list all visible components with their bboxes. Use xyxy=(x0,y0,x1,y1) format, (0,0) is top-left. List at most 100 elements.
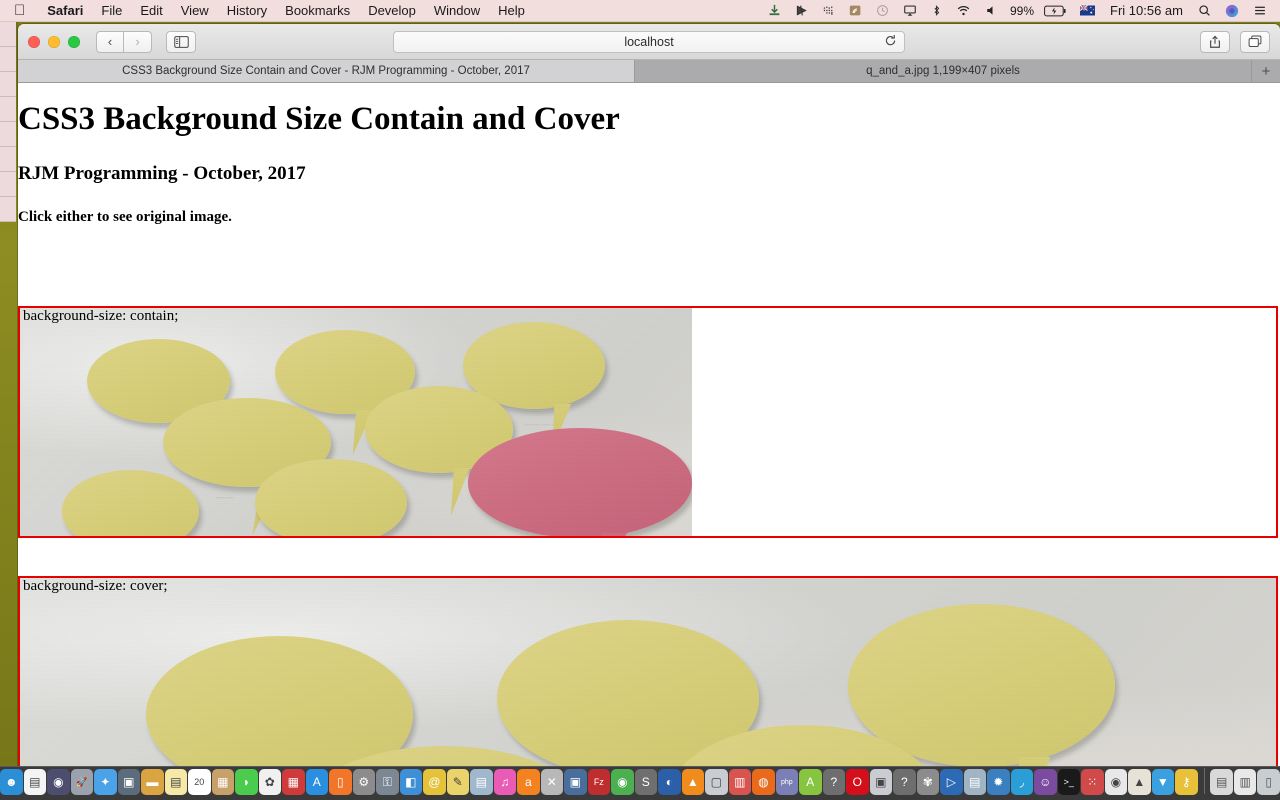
dock-item-opera[interactable]: O xyxy=(846,769,869,795)
bubble-body xyxy=(468,428,692,536)
minimize-button[interactable] xyxy=(48,35,60,48)
speech-bubble-yellow xyxy=(62,470,200,536)
menu-item-help[interactable]: Help xyxy=(489,3,534,18)
dock-item-globe-app[interactable]: ✹ xyxy=(987,769,1010,795)
dock-item-unknown-app-2[interactable]: ? xyxy=(893,769,916,795)
dock-item-water-drop-app[interactable]: ◉ xyxy=(1104,769,1128,795)
dock-item-folder[interactable]: ▬ xyxy=(141,769,164,795)
dock-item-keychain-access[interactable]: ⚿ xyxy=(376,769,399,795)
bluetooth-icon[interactable] xyxy=(924,0,949,22)
dock-item-photos[interactable]: ✿ xyxy=(258,769,282,795)
dock-item-dashcode[interactable]: @ xyxy=(423,769,446,795)
dock-item-system-preferences[interactable]: ⚙ xyxy=(352,769,376,795)
dock-item-safari[interactable]: ✦ xyxy=(94,769,117,795)
dock-item-automator[interactable]: ◧ xyxy=(399,769,423,795)
menu-item-history[interactable]: History xyxy=(218,3,276,18)
dock-item-avast[interactable]: a xyxy=(517,769,540,795)
dock-item-stack-documents[interactable]: ▤ xyxy=(1210,769,1233,795)
share-icon[interactable] xyxy=(1200,30,1230,53)
menu-bar-clock[interactable]: Fri 10:56 am xyxy=(1102,3,1191,18)
dock-item-ghostscript[interactable]: ✾ xyxy=(916,769,940,795)
battery-charging-icon[interactable] xyxy=(1037,0,1073,22)
dock-item-photos-preview[interactable]: ▣ xyxy=(117,769,141,795)
volume-icon[interactable] xyxy=(978,0,1004,22)
menu-item-safari[interactable]: Safari xyxy=(38,3,92,18)
dock-item-visual-studio-code[interactable]: ▷ xyxy=(940,769,963,795)
app-status-icon[interactable] xyxy=(788,0,815,22)
dock-item-contacts[interactable]: ▦ xyxy=(211,769,235,795)
dock-item-screen-sharing[interactable]: ▣ xyxy=(564,769,587,795)
reload-icon[interactable] xyxy=(884,34,897,50)
apple-logo-icon[interactable]:  xyxy=(0,3,38,18)
download-icon[interactable] xyxy=(761,0,788,22)
dock-item-virtualbox[interactable]: ▢ xyxy=(705,769,728,795)
new-tab-button[interactable]: + xyxy=(1252,60,1280,82)
dock-item-mountain-app[interactable]: ▲ xyxy=(1128,769,1151,795)
dock-item-android-studio[interactable]: A xyxy=(799,769,822,795)
forward-button[interactable]: › xyxy=(124,30,152,53)
dock-item-notes[interactable]: ▤ xyxy=(164,769,188,795)
dock-item-opera-neon[interactable]: ◐ xyxy=(658,769,681,795)
dock-item-blender[interactable]: ▣ xyxy=(869,769,893,795)
dock-item-swift[interactable]: ◞ xyxy=(1010,769,1034,795)
australia-flag-icon[interactable] xyxy=(1073,0,1102,22)
dots-grid-icon[interactable] xyxy=(815,0,842,22)
dock-item-image-capture[interactable]: ▤ xyxy=(470,769,493,795)
sidebar-toggle-icon[interactable] xyxy=(166,30,196,53)
show-all-tabs-icon[interactable] xyxy=(1240,30,1270,53)
menu-item-edit[interactable]: Edit xyxy=(131,3,171,18)
dock-item-app-store-red[interactable]: ▦ xyxy=(282,769,305,795)
dock-item-keys-app[interactable]: ⚷ xyxy=(1175,769,1198,795)
bubble-body xyxy=(255,459,407,536)
dock-item-siri[interactable]: ◉ xyxy=(47,769,70,795)
dock-item-launchpad[interactable]: 🚀 xyxy=(70,769,94,795)
close-button[interactable] xyxy=(28,35,40,48)
dock-item-filezilla[interactable]: Fz xyxy=(587,769,611,795)
tab-css3-background-size[interactable]: CSS3 Background Size Contain and Cover -… xyxy=(18,60,635,82)
dock-item-php[interactable]: php xyxy=(775,769,799,795)
menu-item-view[interactable]: View xyxy=(172,3,218,18)
dock-item-paint-app[interactable]: ✎ xyxy=(446,769,470,795)
dock-item-address-book[interactable]: ▥ xyxy=(728,769,752,795)
tab-q-and-a-image[interactable]: q_and_a.jpg 1,199×407 pixels xyxy=(635,60,1252,82)
dock-item-xquartz[interactable]: ✕ xyxy=(540,769,564,795)
spotlight-search-icon[interactable] xyxy=(1191,0,1218,22)
dock-item-unknown-app-1[interactable]: ? xyxy=(822,769,846,795)
airplay-icon[interactable] xyxy=(896,0,924,22)
demo-box-contain[interactable]: ———with scanning then to————hear the—— b… xyxy=(18,306,1278,538)
zoom-button[interactable] xyxy=(68,35,80,48)
dock-item-firefox[interactable]: ◍ xyxy=(752,769,775,795)
dock-item-stack-downloads[interactable]: ▥ xyxy=(1233,769,1257,795)
dock-item-github[interactable]: ☺ xyxy=(1034,769,1057,795)
menu-bar-status-area: 99% Fri 10:56 am xyxy=(761,0,1280,22)
dock-item-trash[interactable]: ▯ xyxy=(1257,769,1280,795)
menu-item-bookmarks[interactable]: Bookmarks xyxy=(276,3,359,18)
dock-item-calendar[interactable]: 20 xyxy=(188,769,211,795)
menu-item-develop[interactable]: Develop xyxy=(359,3,425,18)
dock-item-itunes[interactable]: ♫ xyxy=(493,769,517,795)
toolbar-right-buttons xyxy=(1200,30,1270,53)
menu-item-file[interactable]: File xyxy=(92,3,131,18)
siri-icon[interactable] xyxy=(1218,0,1246,22)
dock-item-app-store[interactable]: A xyxy=(305,769,329,795)
notification-center-icon[interactable] xyxy=(1246,0,1274,22)
airdrop-waves-icon[interactable] xyxy=(842,0,869,22)
wifi-icon[interactable] xyxy=(949,0,978,22)
dock-item-vitamin-app[interactable]: ⁙ xyxy=(1081,769,1104,795)
dock-item-terminal[interactable]: >_ xyxy=(1057,769,1081,795)
dock-item-sketchup[interactable]: S xyxy=(634,769,658,795)
dock-item-ibooks[interactable]: ▯ xyxy=(329,769,352,795)
dock-item-downloads-folder[interactable]: ▼ xyxy=(1151,769,1175,795)
web-page-content: CSS3 Background Size Contain and Cover R… xyxy=(18,83,1280,768)
dock-item-vlc[interactable]: ▲ xyxy=(681,769,705,795)
dock-item-textedit-document[interactable]: ▤ xyxy=(23,769,47,795)
dock-item-finder[interactable]: ☻ xyxy=(0,769,23,795)
back-button[interactable]: ‹ xyxy=(96,30,124,53)
dock-item-messages[interactable]: ◗ xyxy=(235,769,258,795)
dock-item-chrome[interactable]: ◉ xyxy=(611,769,634,795)
demo-box-cover[interactable]: ———with scanning then to————hear the—— b… xyxy=(18,576,1278,768)
dock-item-screenshot-app[interactable]: ▤ xyxy=(963,769,987,795)
address-bar[interactable]: localhost xyxy=(393,30,905,53)
menu-item-window[interactable]: Window xyxy=(425,3,489,18)
background-window[interactable] xyxy=(0,22,16,222)
